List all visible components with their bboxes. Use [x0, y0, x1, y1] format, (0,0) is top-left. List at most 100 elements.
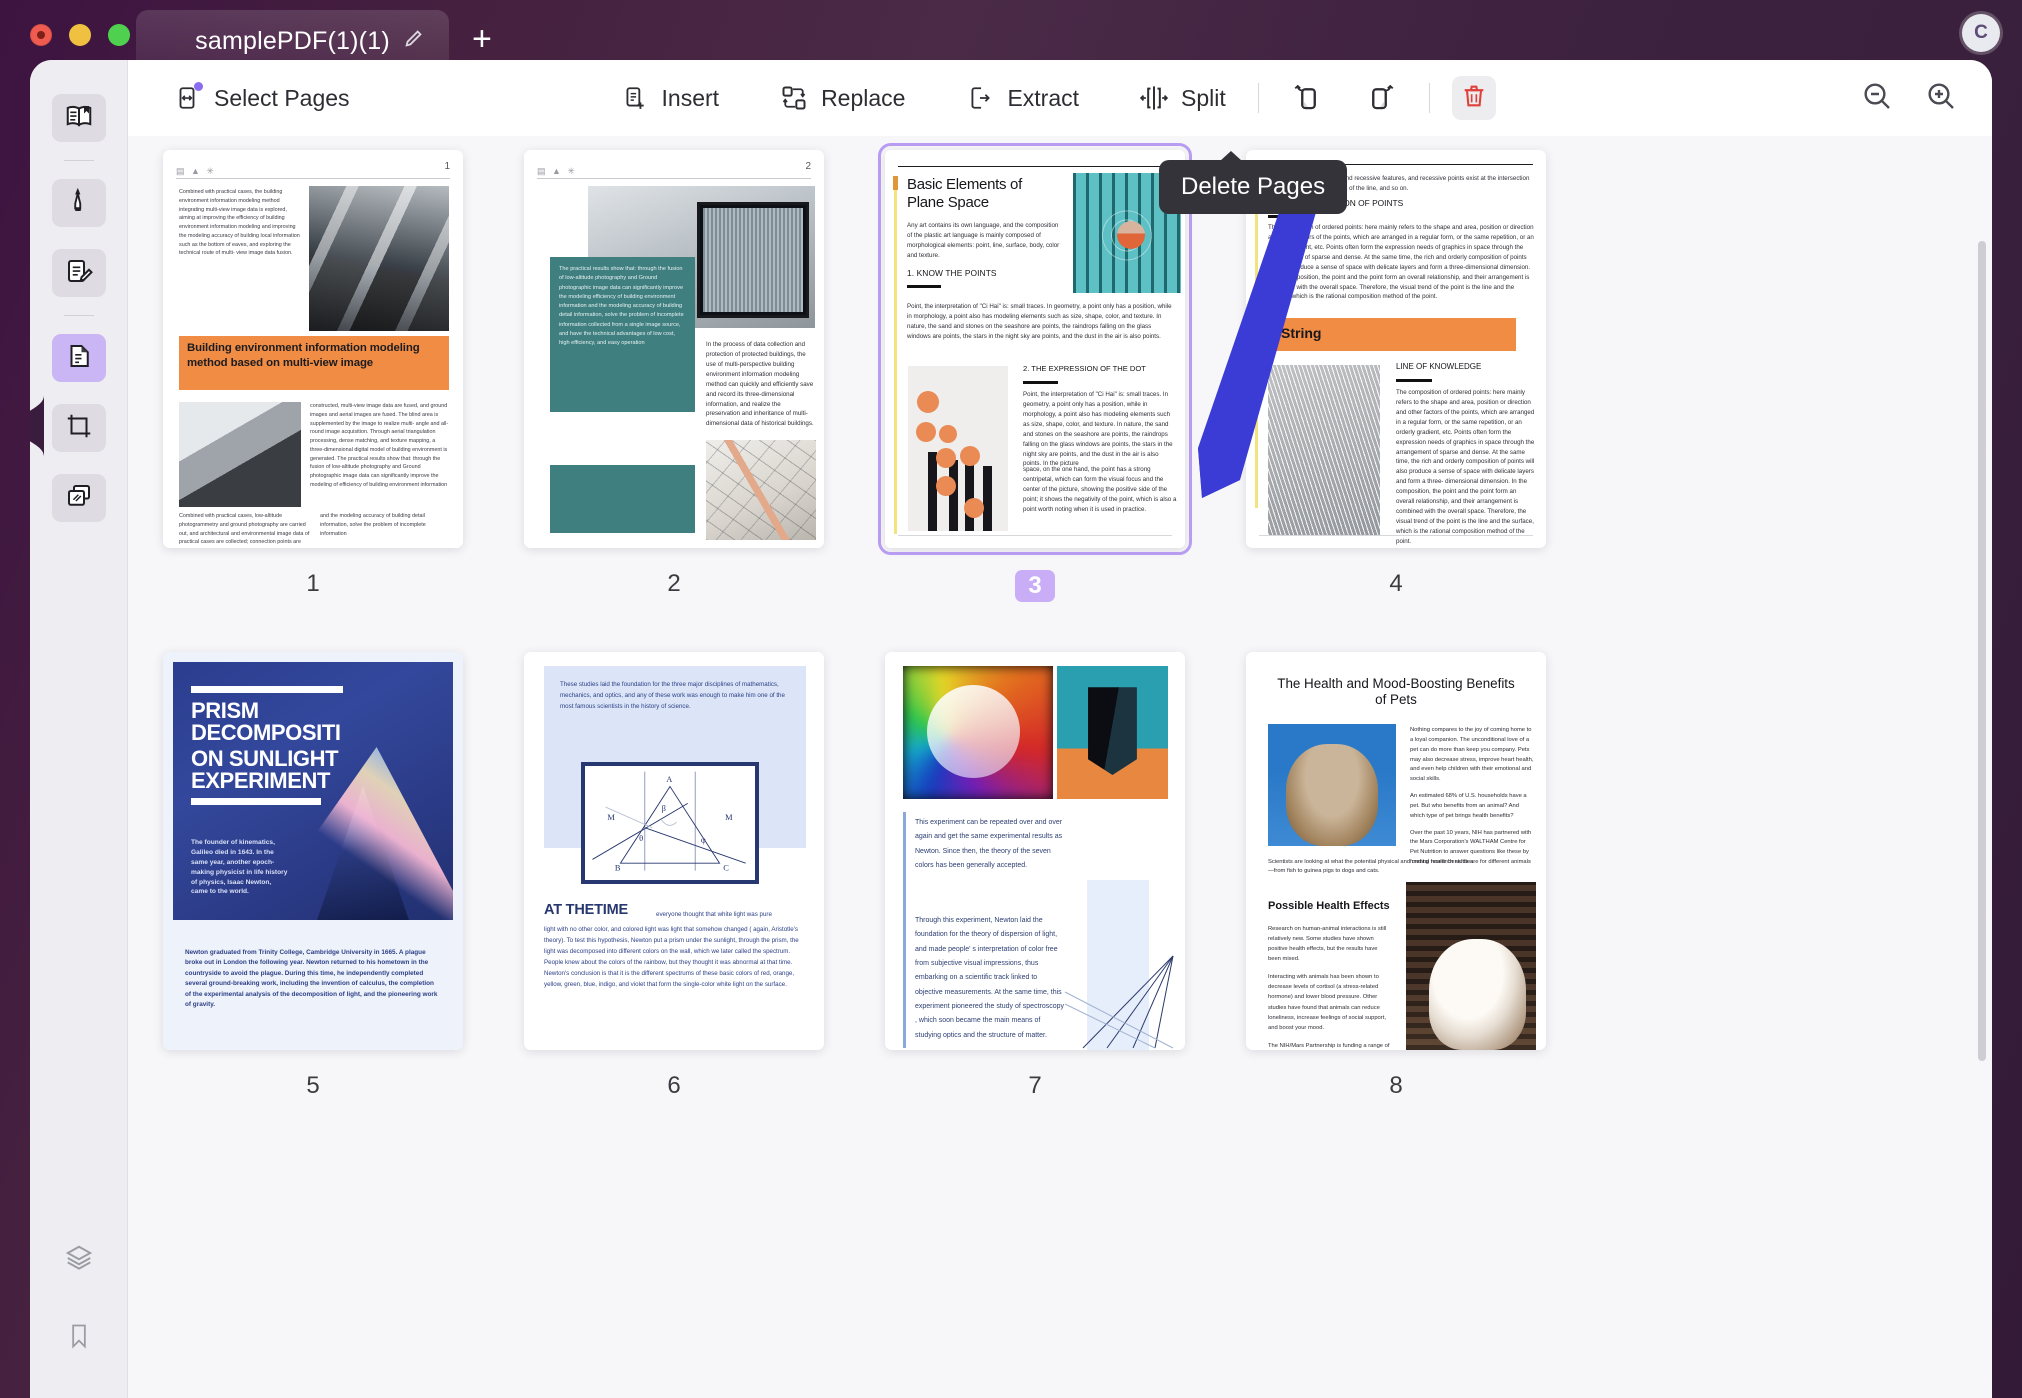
- page2-teal-block: [550, 465, 695, 533]
- page5-title-line1: PRISM DECOMPOSITI: [191, 698, 341, 745]
- pdf-editor-window: samplePDF(1)(1) + C Select Pages Insert …: [0, 0, 2022, 1398]
- page6-heading: AT THETIME: [544, 902, 628, 918]
- doc-header-1: ▤ ▲ ✳ 1: [176, 161, 450, 179]
- svg-text:A: A: [666, 775, 672, 784]
- replace-icon: [779, 83, 809, 113]
- sidebar-divider-2: [63, 315, 94, 316]
- page-cell-3[interactable]: Basic Elements of Plane Space Any art co…: [878, 143, 1192, 602]
- zoom-in-button[interactable]: [1920, 77, 1962, 119]
- svg-text:B: B: [615, 864, 621, 873]
- select-pages-button[interactable]: Select Pages: [162, 77, 360, 119]
- replace-label: Replace: [821, 84, 906, 111]
- page1-col2: constructed, multi-view image data are f…: [310, 403, 449, 488]
- window-controls: [30, 24, 130, 46]
- page-label-5: 5: [306, 1072, 320, 1099]
- insert-icon: [620, 83, 650, 113]
- doc-header-glyphs: ▤ ▲ ✳: [537, 166, 577, 176]
- sidebar-item-compress[interactable]: [51, 474, 106, 522]
- page-cell-6[interactable]: These studies laid the foundation for th…: [524, 652, 824, 1100]
- new-tab-button[interactable]: +: [472, 22, 492, 56]
- page3-photo-dots: [908, 366, 1008, 531]
- page-toolbar: Select Pages Insert Replace Extract Spli…: [128, 60, 1992, 136]
- page-cell-2[interactable]: ▤ ▲ ✳ 2 The practical results show that:…: [524, 150, 824, 598]
- page-label-1: 1: [306, 570, 320, 597]
- page8-photo-dog-cat: [1406, 882, 1536, 1050]
- sidebar-item-layers[interactable]: [52, 1236, 106, 1284]
- delete-pages-button[interactable]: [1451, 76, 1496, 120]
- replace-button[interactable]: Replace: [769, 77, 915, 119]
- vertical-scrollbar[interactable]: [1978, 241, 1986, 1061]
- zoom-out-icon: [1861, 80, 1893, 117]
- page3-yellow-bar: [894, 176, 897, 534]
- delete-pages-tooltip: Delete Pages: [1159, 151, 1348, 214]
- page8-para-4: Research on human-animal interactions is…: [1268, 926, 1387, 963]
- sidebar-item-highlighter[interactable]: [51, 179, 106, 227]
- page-cell-5[interactable]: PRISM DECOMPOSITI ON SUNLIGHT EXPERIMENT…: [163, 652, 463, 1100]
- document-tab-title: samplePDF(1)(1): [195, 26, 390, 55]
- page8-wide-text: Scientists are looking at what the poten…: [1268, 859, 1531, 875]
- extract-button[interactable]: Extract: [955, 77, 1089, 119]
- page3-title: Basic Elements of Plane Space: [907, 176, 1022, 211]
- page3-body-3: space, on the one hand, the point has a …: [1023, 466, 1177, 513]
- page-thumbnail-grid[interactable]: ▤ ▲ ✳ 1 Combined with practical cases, t…: [128, 136, 1992, 1398]
- page6-intro-text: These studies laid the foundation for th…: [560, 681, 785, 710]
- page8-para-2: An estimated 68% of U.S. households have…: [1410, 793, 1527, 819]
- page5-rule-bottom: [191, 798, 321, 805]
- page2-teal-callout: The practical results show that: through…: [550, 257, 695, 412]
- highlighter-icon: [64, 186, 94, 221]
- split-button[interactable]: Split: [1129, 77, 1236, 119]
- sidebar-item-crop[interactable]: [51, 404, 106, 452]
- minimize-window-button[interactable]: [69, 24, 91, 46]
- page4-rule-1: [1268, 215, 1304, 218]
- sidebar-item-organize-pages[interactable]: [51, 334, 106, 382]
- insert-label: Insert: [661, 84, 720, 111]
- compress-copy-icon: [64, 481, 94, 516]
- page1-photo-workstation: [179, 402, 301, 507]
- svg-text:θ: θ: [639, 834, 643, 843]
- sidebar-selection-notch: [30, 395, 44, 457]
- layers-icon: [64, 1243, 94, 1278]
- page-thumbnail-3[interactable]: Basic Elements of Plane Space Any art co…: [878, 143, 1192, 555]
- page7-para-1: This experiment can be repeated over and…: [915, 819, 1063, 870]
- rotate-right-button[interactable]: [1357, 77, 1407, 119]
- rotate-left-button[interactable]: [1281, 77, 1331, 119]
- page-cell-7[interactable]: This experiment can be repeated over and…: [885, 652, 1185, 1100]
- select-pages-badge: [194, 82, 203, 91]
- rename-pencil-icon[interactable]: [403, 27, 425, 55]
- sidebar-item-read-mode[interactable]: [51, 94, 106, 142]
- page3-body-1: Point, the interpretation of "Ci Hai" is…: [907, 303, 1172, 340]
- page-thumbnail-2[interactable]: ▤ ▲ ✳ 2 The practical results show that:…: [524, 150, 824, 548]
- page-label-6: 6: [667, 1072, 681, 1099]
- page1-col1: Combined with practical cases, the build…: [179, 189, 300, 257]
- close-window-button[interactable]: [30, 24, 52, 46]
- editor-panel: Select Pages Insert Replace Extract Spli…: [30, 60, 1992, 1398]
- page-thumbnail-1[interactable]: ▤ ▲ ✳ 1 Combined with practical cases, t…: [163, 150, 463, 548]
- page-thumbnail-7[interactable]: This experiment can be repeated over and…: [885, 652, 1185, 1050]
- user-avatar[interactable]: C: [1962, 14, 2000, 52]
- page3-rule-2: [1023, 381, 1058, 384]
- page8-para-6: The NIH/Mars Partnership is funding a ra…: [1268, 1042, 1390, 1049]
- page7-ray-diagram: [1055, 952, 1180, 1050]
- zoom-in-icon: [1925, 80, 1957, 117]
- zoom-out-button[interactable]: [1856, 77, 1898, 119]
- annotate-edit-icon: [64, 256, 94, 291]
- page8-left-column: Research on human-animal interactions is…: [1268, 924, 1390, 1050]
- page3-bottom-rule: [898, 535, 1172, 536]
- trash-icon: [1460, 82, 1488, 115]
- page-thumbnail-8[interactable]: The Health and Mood-Boosting Benefits of…: [1246, 652, 1546, 1050]
- page1-col4: and the modeling accuracy of building de…: [320, 513, 426, 537]
- maximize-window-button[interactable]: [108, 24, 130, 46]
- insert-button[interactable]: Insert: [610, 77, 730, 119]
- page-thumbnail-6[interactable]: These studies laid the foundation for th…: [524, 652, 824, 1050]
- organize-pages-icon: [64, 341, 94, 376]
- doc-page-number: 2: [805, 161, 811, 172]
- page3-heading-1: 1. KNOW THE POINTS: [907, 268, 997, 278]
- page-cell-4[interactable]: Points also have dominant and recessive …: [1246, 150, 1546, 598]
- select-pages-icon: [172, 82, 203, 113]
- page3-rule-1: [907, 285, 941, 288]
- page-cell-1[interactable]: ▤ ▲ ✳ 1 Combined with practical cases, t…: [163, 150, 463, 598]
- page-thumbnail-5[interactable]: PRISM DECOMPOSITI ON SUNLIGHT EXPERIMENT…: [163, 652, 463, 1050]
- page-cell-8[interactable]: The Health and Mood-Boosting Benefits of…: [1246, 652, 1546, 1100]
- sidebar-item-annotate[interactable]: [51, 249, 106, 297]
- sidebar-item-bookmark[interactable]: [52, 1314, 106, 1362]
